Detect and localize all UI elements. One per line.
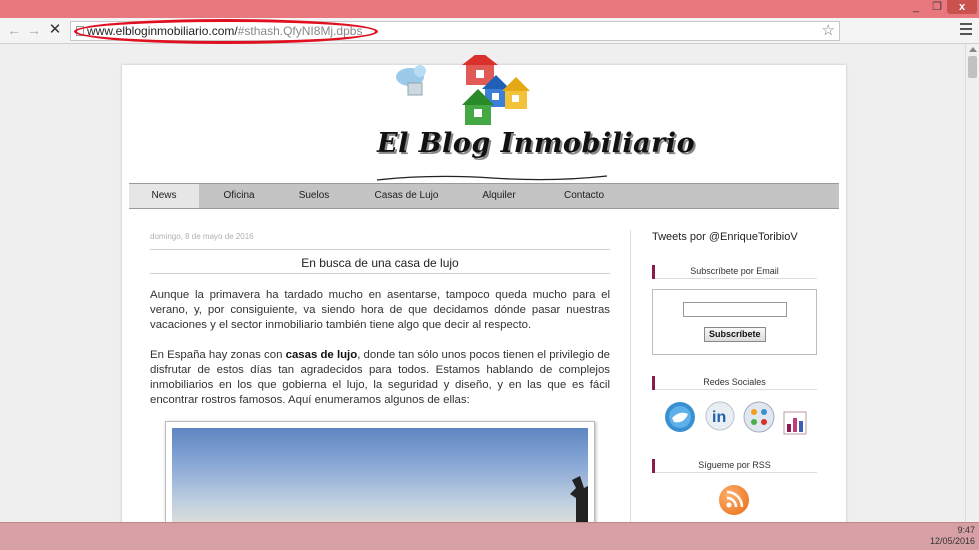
blog-container: El Blog Inmobiliario News Oficina Suelos… (122, 55, 846, 522)
nav-casas-de-lujo[interactable]: Casas de Lujo (364, 184, 449, 208)
post-divider-bottom (150, 273, 610, 274)
sunset-photo (172, 428, 588, 522)
os-taskbar: 9:47 12/05/2016 (0, 522, 979, 550)
post-date: domingo, 8 de mayo de 2016 (150, 232, 254, 241)
social-heading-text: Redes Sociales (703, 377, 766, 387)
post-paragraph-2: En España hay zonas con casas de lujo, d… (150, 348, 610, 408)
title-decoration (376, 175, 608, 181)
rss-heading-text: Sígueme por RSS (698, 460, 771, 470)
scroll-thumb[interactable] (968, 56, 977, 78)
stop-loading-icon[interactable]: ✕ (47, 22, 63, 38)
p2-text-start: En España hay zonas con (150, 349, 286, 361)
url-text[interactable]: www.elbloginmobiliario.com/#sthash.QfyNI… (87, 24, 362, 38)
minimize-button[interactable]: _ (905, 0, 927, 14)
social-widget-heading: Redes Sociales (652, 376, 817, 390)
social-icons: in (665, 401, 807, 435)
email-subscribe-box: Subscríbete (652, 289, 817, 355)
nav-contacto[interactable]: Contacto (554, 184, 614, 208)
clock-date: 12/05/2016 (929, 536, 975, 546)
subscribe-button[interactable]: Subscríbete (704, 327, 766, 342)
nav-oficina[interactable]: Oficina (209, 184, 269, 208)
tweets-link[interactable]: Tweets por @EnriqueToribioV (652, 231, 798, 243)
p2-link-casas-de-lujo[interactable]: casas de lujo (286, 349, 358, 361)
bookmark-star-icon[interactable]: ☆ (822, 22, 835, 40)
post-divider-top (150, 249, 610, 250)
email-heading-text: Subscríbete por Email (690, 266, 779, 276)
rss-icon[interactable] (719, 485, 749, 515)
back-arrow-icon[interactable]: ← (6, 22, 22, 38)
analytics-icon[interactable] (783, 411, 807, 435)
post-image (165, 421, 595, 522)
system-clock[interactable]: 9:47 12/05/2016 (930, 525, 975, 547)
post-title[interactable]: En busca de una casa de lujo (150, 256, 610, 270)
maximize-button[interactable]: ❐ (927, 0, 947, 14)
linkedin-icon[interactable]: in (705, 401, 735, 431)
clock-time: 9:47 (957, 525, 975, 535)
email-input[interactable] (683, 302, 787, 317)
chrome-menu-icon[interactable] (960, 23, 972, 37)
page-icon (76, 26, 84, 36)
twitter-bird-icon (396, 65, 426, 96)
nav-suelos[interactable]: Suelos (284, 184, 344, 208)
nav-news[interactable]: News (129, 184, 199, 208)
sidebar-divider (630, 230, 631, 522)
page-viewport: El Blog Inmobiliario News Oficina Suelos… (0, 44, 965, 522)
forward-arrow-icon[interactable]: → (26, 22, 42, 38)
page-scrollbar[interactable] (965, 44, 979, 522)
browser-toolbar: ← → ✕ www.elbloginmobiliario.com/#sthash… (0, 18, 979, 44)
delicious-icon[interactable] (743, 401, 775, 433)
address-bar[interactable]: www.elbloginmobiliario.com/#sthash.QfyNI… (70, 21, 840, 41)
window-titlebar: _ ❐ x (0, 0, 979, 18)
url-fragment: #sthash.QfyNI8Mj.dpbs (237, 24, 363, 38)
twitter-icon[interactable] (665, 402, 695, 432)
url-host: www.elbloginmobiliario.com/ (87, 24, 238, 38)
nav-alquiler[interactable]: Alquiler (469, 184, 529, 208)
post-paragraph-1: Aunque la primavera ha tardado mucho en … (150, 289, 610, 331)
rss-widget-heading: Sígueme por RSS (652, 459, 817, 473)
scroll-up-arrow-icon[interactable] (969, 47, 977, 52)
tree-silhouette-icon (570, 476, 588, 522)
email-widget-heading: Subscríbete por Email (652, 265, 817, 279)
svg-text:in: in (712, 409, 726, 426)
blog-title[interactable]: El Blog Inmobiliario (377, 128, 695, 159)
main-navbar: News Oficina Suelos Casas de Lujo Alquil… (129, 183, 839, 209)
close-button[interactable]: x (947, 0, 977, 14)
